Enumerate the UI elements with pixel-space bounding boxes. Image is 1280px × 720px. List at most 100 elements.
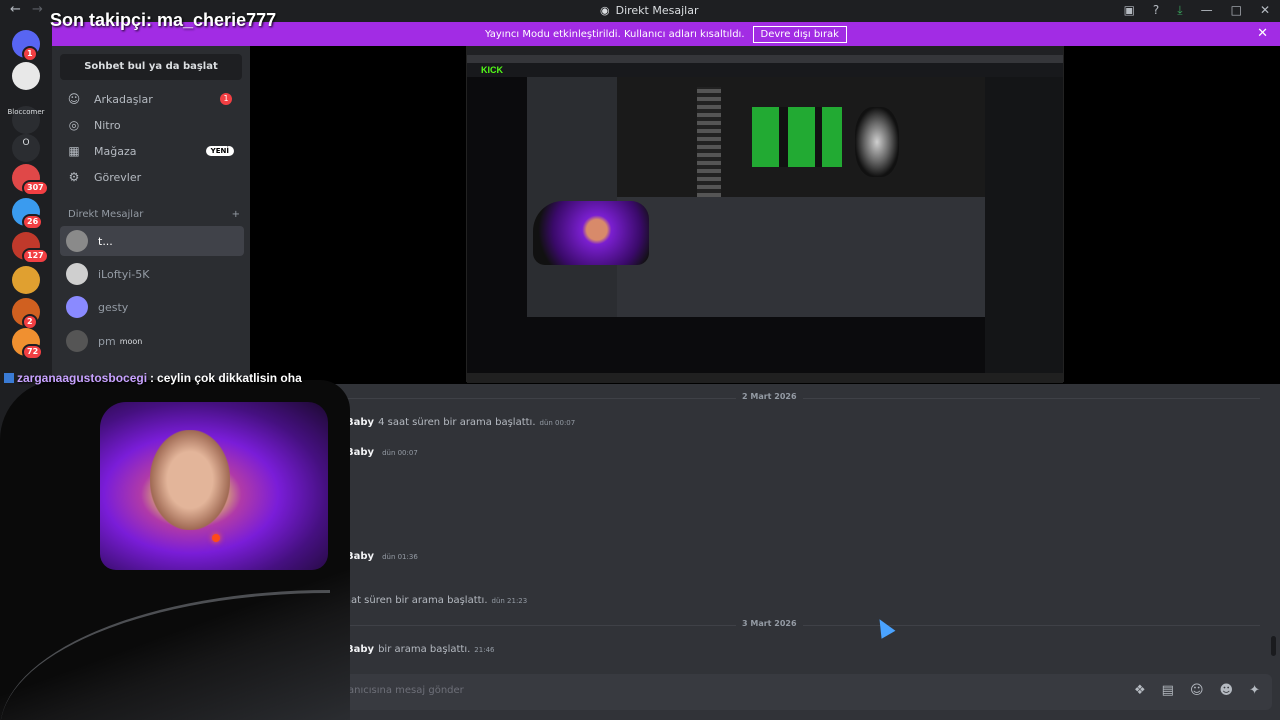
composer-tools: ❖ ▤ ☺ ☻ ✦ [1134,683,1260,698]
kick-chat [985,77,1063,373]
dm-header-label: Direkt Mesajlar [68,209,144,220]
phone-icon: ☎ [272,444,287,458]
sticker-icon[interactable]: ☺ [1190,683,1204,698]
gif-icon[interactable]: ▤ [1162,683,1174,698]
friends-badge: 1 [220,93,232,105]
date-divider: 3 Mart 2026 [266,619,1260,628]
server-label: Bloccomer [7,108,45,116]
call-message: ☎ t... bir saat süren bir arama başlattı… [272,592,527,606]
call-message: ☎ Patrick Baby dün 01:36 [272,548,418,562]
forward-arrow-icon[interactable]: → [32,2,43,17]
screen-share-view[interactable]: KICK [250,46,1280,384]
chat-message: ceylin çok dikkatlisin oha [157,371,302,385]
activity-button[interactable]: ⊞ [122,642,180,666]
help-icon[interactable]: ? [1153,3,1159,18]
chat-separator: : [150,371,155,385]
browser-url-bar [467,55,1063,63]
message-author[interactable]: t... [303,595,319,606]
nav-friends-label: Arkadaşlar [94,92,153,106]
back-arrow-icon[interactable]: ← [10,2,21,17]
close-icon[interactable]: ✕ [1260,3,1270,18]
date-divider-label: 3 Mart 2026 [736,619,803,628]
window-title: ◉ Direkt Mesajlar [600,4,698,17]
gift-icon[interactable]: ❖ [1134,683,1146,698]
disable-streamer-mode-button[interactable]: Devre dışı bırak [752,25,847,43]
message-author[interactable]: Patrick Baby [303,447,374,458]
maximize-icon[interactable]: □ [1231,3,1242,18]
nav-nitro[interactable]: ◎ Nitro [60,112,242,138]
date-divider-label: 2 Mart 2026 [736,392,803,401]
server-badge: 26 [22,214,44,230]
mini-taskbar [467,373,1063,383]
message-text: bir saat süren bir arama başlattı. [323,595,488,606]
add-attachment-icon[interactable]: + [270,681,283,700]
server-badge: 2 [22,412,38,428]
kick-header [467,63,1063,77]
server-badge: 127 [22,248,49,264]
avatar [66,296,88,318]
server-icon[interactable] [12,460,40,488]
nav-shop[interactable]: ▦ Mağaza YENİ [60,138,242,164]
dm-item[interactable]: iLoftyi-5K [60,259,244,289]
message-time: dün 00:07 [307,495,343,503]
banner-close-icon[interactable]: ✕ [1257,26,1268,41]
server-icon[interactable] [12,266,40,294]
server-badge: 1 [22,46,38,62]
find-conversation-button[interactable]: Sohbet bul ya da başlat [60,54,242,80]
server-icon[interactable] [12,428,40,456]
message-time: dün 00:07 [539,419,576,427]
shared-screen: KICK [466,46,1064,383]
dm-item[interactable]: pm moon [60,326,244,356]
new-badge: YENİ [205,146,234,156]
server-label: O [22,138,30,148]
dm-name: t... [98,234,113,248]
kick-logo: KICK [481,65,503,75]
dm-name: gesty [98,300,129,314]
nav-quests-label: Görevler [94,170,142,184]
inbox-icon[interactable]: ▣ [1124,3,1135,18]
message-time: dün 21:23 [491,597,528,605]
message-author[interactable]: Patrick Baby [303,551,374,562]
chat-username: zarganaagustosbocegi [17,371,148,385]
date-divider: 2 Mart 2026 [266,392,1260,401]
streamer-mode-text: Yayıncı Modu etkinleştirildi. Kullanıcı … [485,28,745,40]
message-author[interactable]: Patrick Baby [303,644,374,655]
phone-icon: ☎ [272,548,287,562]
avatar [66,330,88,352]
emoji-icon[interactable]: ☻ [1220,683,1234,698]
server-icon[interactable] [12,494,40,522]
phone-icon: ☎ [272,641,287,655]
apps-icon[interactable]: ✦ [1249,683,1260,698]
chat-area: 2 Mart 2026 ☎ Patrick Baby 4 saat süren … [250,384,1280,720]
stream-chat-overlay: zarganaagustosbocegi : ceylin çok dikkat… [4,371,302,385]
call-message: ☎ dün 00:07 [272,490,343,504]
mini-green-images [752,107,842,167]
friends-icon: ☺ [67,92,81,106]
scrollbar[interactable] [1271,636,1276,656]
nitro-icon: ◎ [68,118,80,132]
call-message: ☎ Patrick Baby bir arama başlattı. 21:46 [272,641,494,655]
message-author[interactable]: Patrick Baby [303,417,374,428]
server-icon[interactable] [12,62,40,90]
last-follower-overlay: Son takipçi: ma_cherie777 [50,10,277,30]
mouse-cursor-icon [872,615,896,639]
minimize-icon[interactable]: — [1201,3,1213,18]
voice-status: Ses Bağlantısı Kuruldu [52,614,180,625]
dm-item[interactable]: gesty [60,292,244,322]
dm-item[interactable]: t... [60,226,244,256]
nav-shop-label: Mağaza [94,144,137,158]
soundboard-button[interactable]: ♫ [184,642,242,666]
message-text: bir arama başlattı. [378,644,471,655]
shop-icon: ▦ [68,144,80,158]
phone-icon: ☎ [272,414,287,428]
message-composer[interactable]: + @t... kullanıcısına mesaj gönder ❖ ▤ ☺… [258,674,1272,710]
download-icon[interactable]: ⤓ [1177,3,1182,18]
nav-quests[interactable]: ⚙ Görevler [60,164,242,190]
mini-skull-art [855,107,899,177]
message-input[interactable]: @t... kullanıcısına mesaj gönder [304,685,464,696]
create-dm-icon[interactable]: + [232,209,240,220]
disconnect-icon[interactable]: ☎ [216,612,231,626]
dm-name: iLoftyi-5K [98,267,150,281]
mini-discord-sidebar [527,77,617,317]
nav-friends[interactable]: ☺ Arkadaşlar 1 [60,86,242,112]
